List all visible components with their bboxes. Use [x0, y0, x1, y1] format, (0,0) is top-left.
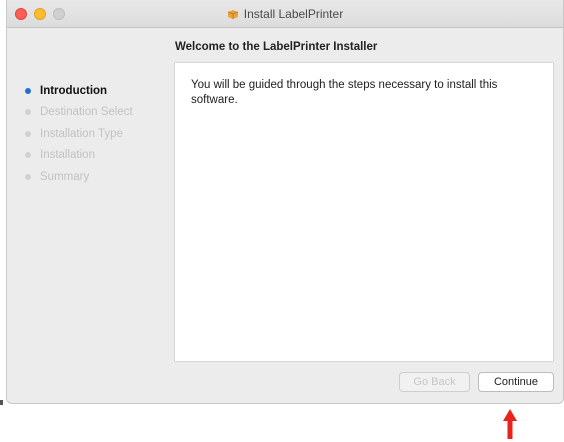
- step-summary: Summary: [25, 166, 133, 188]
- step-label: Installation: [40, 149, 95, 162]
- intro-text: You will be guided through the steps nec…: [191, 79, 498, 106]
- window-title-text: Install LabelPrinter: [243, 7, 344, 21]
- package-icon: [227, 10, 238, 19]
- step-label: Introduction: [40, 84, 108, 97]
- installer-window: Install LabelPrinter Welcome to the Labe…: [6, 0, 564, 404]
- step-installation: Installation: [25, 145, 133, 167]
- red-up-arrow-icon: [503, 409, 517, 439]
- installer-steps-list: Introduction Destination Select Installa…: [25, 80, 133, 188]
- step-label: Installation Type: [40, 127, 123, 140]
- step-bullet-icon: [25, 109, 31, 116]
- title-bar[interactable]: Install LabelPrinter: [7, 0, 563, 28]
- step-label: Destination Select: [40, 106, 133, 119]
- window-title: Install LabelPrinter: [7, 7, 563, 21]
- step-introduction: Introduction: [25, 80, 133, 102]
- installer-heading: Welcome to the LabelPrinter Installer: [175, 41, 378, 53]
- step-bullet-icon: [25, 152, 31, 159]
- content-panel: You will be guided through the steps nec…: [174, 62, 554, 362]
- step-bullet-icon: [25, 87, 31, 94]
- step-bullet-icon: [25, 130, 31, 137]
- step-installation-type: Installation Type: [25, 123, 133, 145]
- step-label: Summary: [40, 170, 90, 183]
- go-back-button[interactable]: Go Back: [399, 372, 470, 392]
- edge-mark: [0, 400, 3, 405]
- continue-button[interactable]: Continue: [478, 372, 554, 392]
- step-destination-select: Destination Select: [25, 102, 133, 124]
- step-bullet-icon: [25, 173, 31, 180]
